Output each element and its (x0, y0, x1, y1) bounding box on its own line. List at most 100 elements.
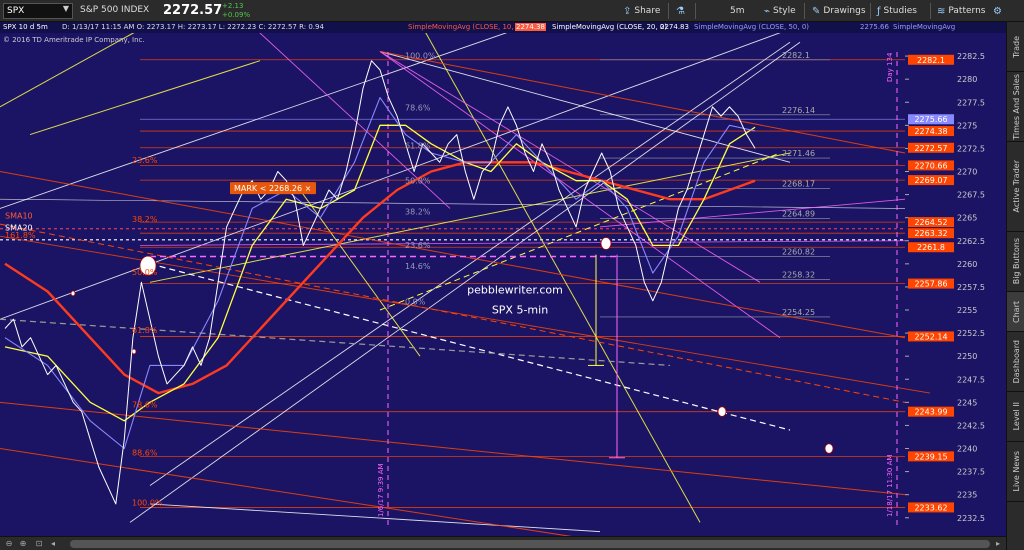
trend-line (0, 198, 906, 209)
vertical-label: Day 134 (886, 52, 894, 82)
y-tick-label: 2242.5 (957, 421, 985, 430)
price-badge-label: 2270.66 (914, 161, 947, 170)
flask-icon: ⚗ (676, 5, 685, 17)
gray-level-label: 2254.25 (782, 308, 815, 317)
divider (668, 3, 669, 19)
price-badge-label: 2269.07 (914, 176, 947, 185)
share-icon: ⇪ (623, 5, 632, 17)
fib-label-mid: 61.8% (405, 141, 431, 150)
pivot-marker (717, 406, 727, 417)
chevron-left-icon[interactable]: ◂ (48, 539, 58, 549)
tab-times-and-sales[interactable]: Times And Sales (1007, 72, 1024, 142)
y-tick-label: 2277.5 (957, 98, 985, 107)
percent-change: +0.09% (222, 11, 251, 19)
pivot-marker (70, 290, 76, 297)
fib-label: 100.0% (132, 499, 163, 508)
sma20-tag: SMA20 (5, 224, 33, 233)
time-scrollbar[interactable]: ⊖ ⊕ ⊡ ◂ ▸ (0, 536, 1006, 550)
y-tick-label: 2265 (957, 214, 977, 223)
tab-level-ii[interactable]: Level II (1007, 392, 1024, 442)
y-tick-label: 2240 (957, 445, 977, 454)
last-price: 2272.57 (163, 3, 223, 18)
sma20-label: SimpleMovingAvg (CLOSE, 20, 0) (552, 23, 668, 31)
trend-line (0, 448, 601, 542)
tab-dashboard[interactable]: Dashboard (1007, 332, 1024, 392)
y-tick-label: 2255 (957, 306, 977, 315)
vertical-label: 1/6/17 9:39 AM (377, 463, 385, 517)
gray-level-label: 2268.17 (782, 179, 815, 188)
settings-button[interactable]: ⚙ (993, 3, 1002, 19)
fib-label-mid: 78.6% (405, 103, 431, 112)
chart-symbol-timeframe: SPX 10 d 5m (3, 23, 48, 31)
chevron-right-icon[interactable]: ▸ (993, 539, 1003, 549)
watermark-subtitle: SPX 5-min (492, 304, 548, 317)
y-tick-label: 2280 (957, 75, 977, 84)
zoom-in-icon[interactable]: ⊕ (18, 539, 28, 549)
fib-label-mid: 38.2% (405, 208, 431, 217)
tab-live-news[interactable]: Live News (1007, 442, 1024, 502)
sma50-label: SimpleMovingAvg (CLOSE, 50, 0) (694, 23, 810, 31)
top-toolbar: SPX ▼ S&P 500 INDEX 2272.57 +2.13 +0.09%… (0, 0, 1024, 22)
y-tick-label: 2275 (957, 121, 977, 130)
drawings-button[interactable]: ✎ Drawings (812, 3, 866, 19)
tab-trade[interactable]: Trade (1007, 22, 1024, 72)
style-button[interactable]: ⌁ Style (764, 3, 796, 19)
y-tick-label: 2252.5 (957, 329, 985, 338)
divider (870, 3, 871, 19)
gray-level-label: 2271.46 (782, 149, 815, 158)
divider (930, 3, 931, 19)
watermark-site: pebblewriter.com (467, 283, 563, 296)
y-tick-label: 2267.5 (957, 191, 985, 200)
zoom-fit-icon[interactable]: ⊡ (34, 539, 44, 549)
chevron-down-icon[interactable]: ▼ (63, 4, 69, 13)
trend-line (149, 503, 601, 533)
fib-label: 50.0% (132, 268, 158, 277)
mark-badge-label: MARK < 2268.26 × (234, 184, 311, 193)
vertical-label: 1/18/17 11:30 AM (886, 455, 894, 517)
timeframe-button[interactable]: 5m (730, 3, 745, 19)
trend-line (379, 51, 761, 283)
trend-line (299, 189, 421, 357)
ohlc-readout: D: 1/13/17 11:15 AM O: 2273.17 H: 2273.1… (62, 23, 324, 31)
gray-level-label: 2260.82 (782, 247, 815, 256)
fib-label-mid: 0.0% (405, 297, 426, 306)
tab-chart[interactable]: Chart (1007, 292, 1024, 332)
trend-line (129, 41, 801, 523)
tab-big-buttons[interactable]: Big Buttons (1007, 232, 1024, 292)
symbol-input[interactable]: SPX ▼ (3, 3, 73, 19)
chart-header: SPX 10 d 5m D: 1/13/17 11:15 AM O: 2273.… (0, 22, 1006, 33)
gray-level-label: 2276.14 (782, 106, 815, 115)
tab-active-trader[interactable]: Active Trader (1007, 142, 1024, 232)
price-badge-label: 2261.8 (917, 243, 945, 252)
y-tick-label: 2235 (957, 491, 977, 500)
price-chart[interactable]: 2282.5 2280 2277.5 2275 2272.5 2270 2267.5 2265… (0, 22, 1006, 550)
fib-label-mid: 14.6% (405, 262, 431, 271)
copyright-text: © 2016 TD Ameritrade IP Company, Inc. (3, 36, 145, 44)
trend-line (0, 22, 155, 108)
zoom-out-icon[interactable]: ⊖ (4, 539, 14, 549)
pivot-marker (824, 443, 834, 454)
fib-label-mid: 50.0% (405, 176, 431, 185)
patterns-button[interactable]: ≋ Patterns (937, 3, 985, 19)
fib-label: 23.6% (132, 156, 158, 165)
symbol-name: S&P 500 INDEX (80, 5, 150, 15)
price-badge-label: 2264.52 (914, 218, 947, 227)
price-line (4, 60, 756, 505)
scroll-thumb[interactable] (70, 540, 990, 548)
price-badge-label: 2274.38 (914, 127, 947, 136)
studies-button[interactable]: ƒ Studies (877, 3, 917, 19)
net-change: +2.13 (222, 2, 244, 10)
flask-button[interactable]: ⚗ (676, 3, 685, 19)
gear-icon: ⚙ (993, 5, 1002, 17)
dashed-trend (0, 318, 671, 367)
y-tick-label: 2270 (957, 168, 977, 177)
price-badge-label: 2233.62 (914, 503, 947, 512)
share-button[interactable]: ⇪ Share (623, 3, 660, 19)
price-badge-label: 2275.66 (914, 115, 947, 124)
trend-line (379, 50, 906, 154)
y-tick-label: 2257.5 (957, 283, 985, 292)
divider (804, 3, 805, 19)
y-tick-label: 2260 (957, 260, 977, 269)
trend-line (29, 60, 261, 136)
chart-area[interactable]: 2282.5 2280 2277.5 2275 2272.5 2270 2267.5 2265… (0, 22, 1006, 550)
